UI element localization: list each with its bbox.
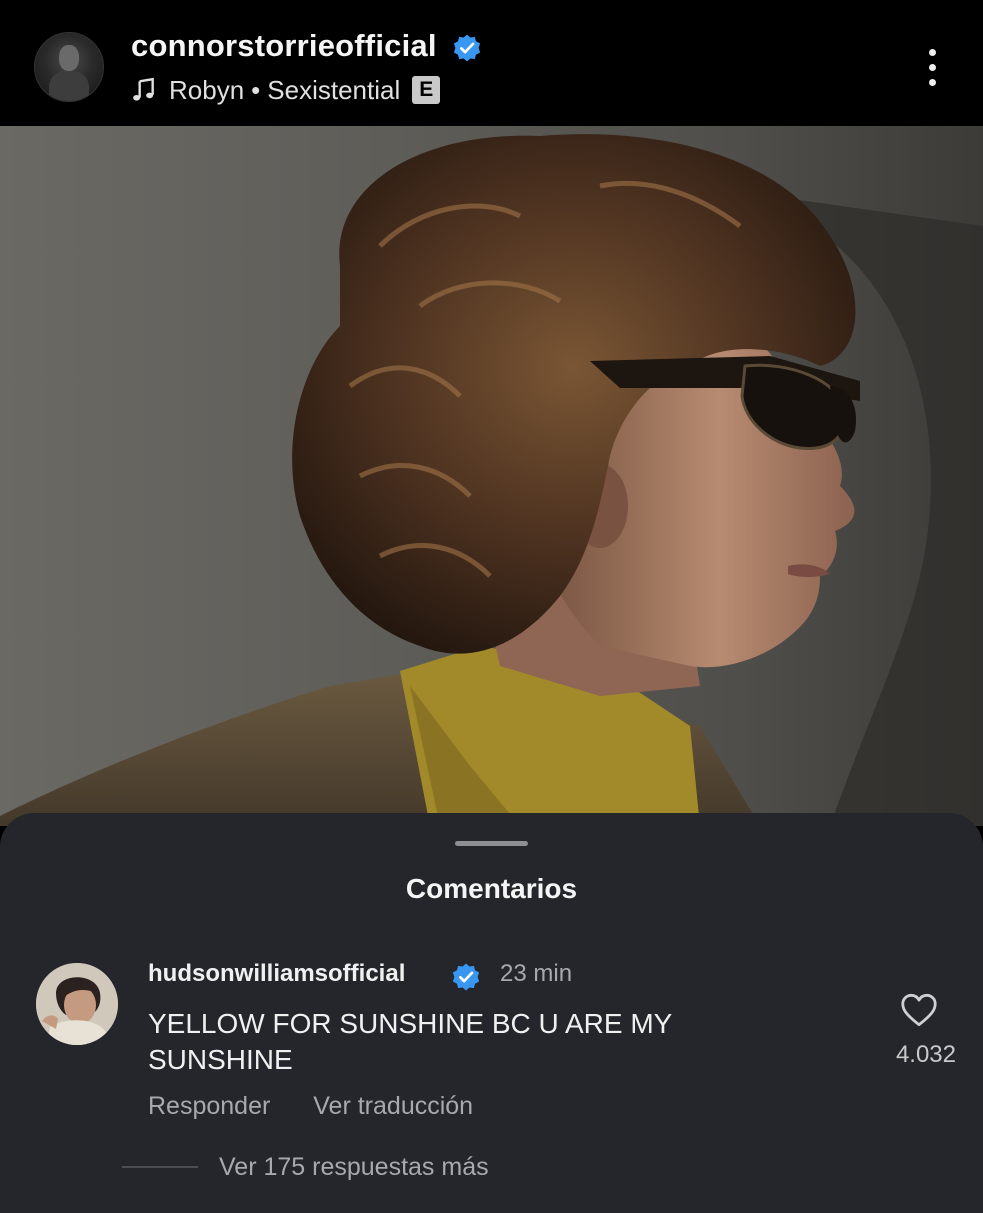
comment-avatar[interactable]	[36, 963, 118, 1045]
comments-title: Comentarios	[405, 873, 578, 904]
view-more-replies-button[interactable]: Ver 175 respuestas más	[219, 1153, 489, 1182]
music-song: Sexistential	[267, 74, 401, 105]
heart-icon[interactable]	[900, 993, 938, 1027]
post-header: connorstorrieofficial Robyn • Sexistenti…	[0, 0, 983, 126]
avatar-figure-body	[49, 71, 89, 101]
reply-button[interactable]: Responder	[148, 1092, 270, 1120]
post-username[interactable]: connorstorrieofficial	[131, 28, 437, 64]
photo-illustration	[0, 134, 983, 826]
comment-time: 23 min	[500, 960, 573, 987]
sheet-drag-handle[interactable]	[455, 841, 528, 846]
comment-username[interactable]: hudsonwilliamsofficial	[148, 960, 405, 988]
verified-badge-icon	[452, 963, 480, 991]
avatar-figure-head	[59, 45, 79, 71]
comment-actions: Responder Ver traducción	[148, 1092, 509, 1121]
translate-button[interactable]: Ver traducción	[313, 1092, 473, 1120]
more-options-icon[interactable]	[920, 46, 946, 88]
music-info[interactable]: Robyn • Sexistential E	[131, 74, 441, 106]
post-photo[interactable]	[0, 126, 983, 826]
comment-text: YELLOW FOR SUNSHINE BC U ARE MY SUNSHINE	[148, 1008, 672, 1075]
replies-divider	[122, 1166, 198, 1168]
music-separator: •	[251, 74, 261, 105]
verified-badge-icon	[453, 34, 481, 62]
comments-sheet: Comentarios hudsonwilliamsofficial 23 mi…	[0, 813, 983, 1213]
profile-avatar[interactable]	[34, 32, 104, 102]
explicit-badge: E	[412, 76, 441, 104]
like-count: 4.032	[895, 1041, 956, 1068]
music-note-icon	[133, 77, 154, 101]
music-artist: Robyn	[169, 74, 245, 105]
comment-avatar-image	[36, 963, 118, 1045]
